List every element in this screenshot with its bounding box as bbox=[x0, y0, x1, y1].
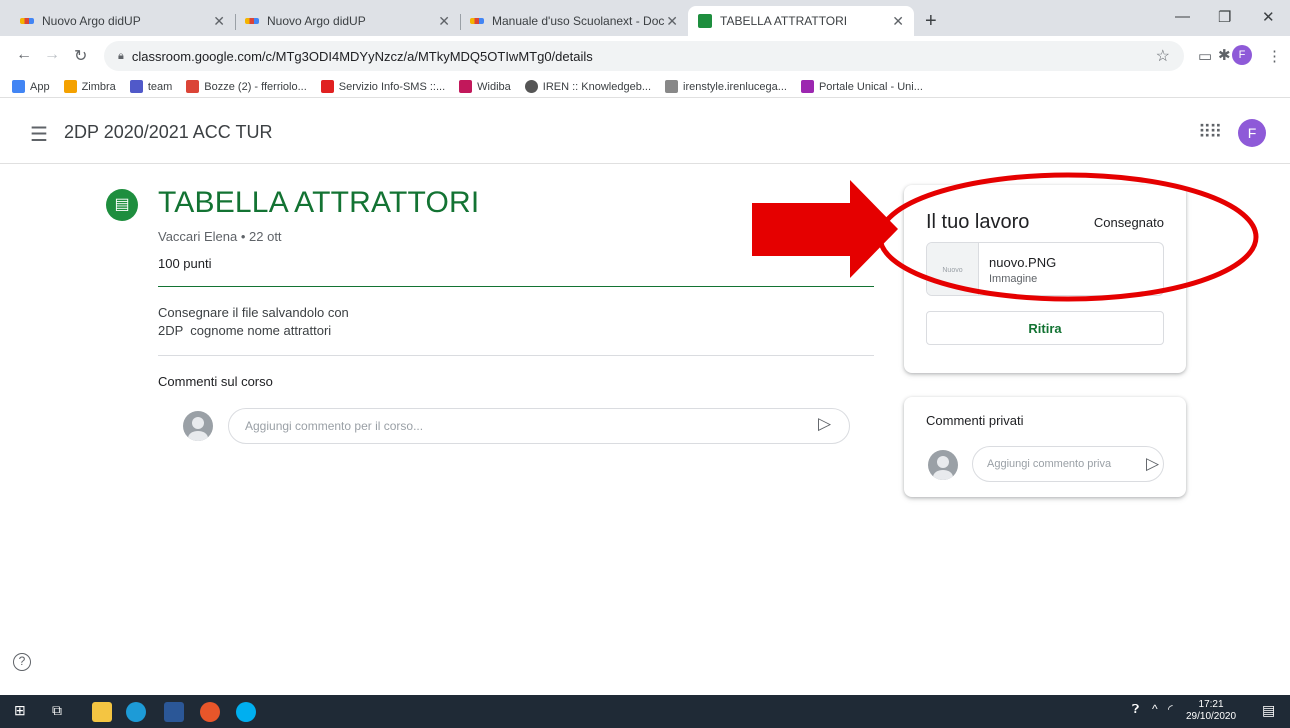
reload-icon[interactable]: ↻ bbox=[74, 46, 87, 66]
teams-icon bbox=[129, 80, 143, 93]
wifi-icon[interactable]: ◜ bbox=[1168, 702, 1173, 716]
assignment-meta: Vaccari Elena • 22 ott bbox=[158, 229, 282, 244]
your-work-title: Il tuo lavoro bbox=[926, 211, 1030, 233]
widiba-icon bbox=[459, 80, 473, 93]
gmail-icon bbox=[186, 80, 200, 93]
user-avatar bbox=[183, 411, 213, 441]
classroom-header: ☰ 2DP 2020/2021 ACC TUR ⠿⠿ F bbox=[0, 100, 1290, 164]
classroom-favicon-icon bbox=[698, 14, 712, 28]
user-avatar bbox=[928, 450, 958, 480]
argo-favicon-icon bbox=[20, 18, 34, 24]
private-comments-title: Commenti privati bbox=[926, 413, 1024, 428]
bookmark-item[interactable]: team bbox=[129, 80, 172, 93]
notifications-icon[interactable]: ▤ bbox=[1262, 702, 1275, 719]
bookmark-item[interactable]: Portale Unical - Uni... bbox=[800, 80, 923, 93]
avatar[interactable]: F bbox=[1238, 119, 1266, 147]
browser-profile-avatar[interactable]: F bbox=[1232, 45, 1252, 65]
menu-kebab-icon[interactable]: ⋮ bbox=[1267, 47, 1282, 65]
browser-tab-strip: Nuovo Argo didUP ✕ Nuovo Argo didUP ✕ Ma… bbox=[0, 0, 1290, 36]
close-tab-icon[interactable]: ✕ bbox=[213, 13, 225, 30]
close-tab-icon[interactable]: ✕ bbox=[438, 13, 450, 30]
annotation-arrow bbox=[752, 180, 898, 278]
attachment-name: nuovo.PNG bbox=[989, 255, 1057, 270]
bookmark-star-icon[interactable]: ☆ bbox=[1156, 46, 1170, 66]
browser-tab[interactable]: Nuovo Argo didUP ✕ bbox=[235, 6, 461, 36]
unsubmit-button[interactable]: Ritira bbox=[926, 311, 1164, 345]
cast-icon[interactable]: ▭ bbox=[1198, 47, 1212, 65]
help-icon[interactable]: ? bbox=[13, 653, 31, 671]
close-window-icon[interactable]: ✕ bbox=[1262, 8, 1275, 26]
bookmark-item[interactable]: irenstyle.irenlucega... bbox=[665, 80, 787, 93]
bookmark-item[interactable]: IREN :: Knowledgeb... bbox=[524, 80, 651, 93]
new-tab-icon[interactable]: + bbox=[925, 10, 937, 33]
private-comments-card: Commenti privati Aggiungi commento priva… bbox=[904, 397, 1186, 497]
file-explorer-icon[interactable] bbox=[92, 702, 112, 722]
extensions-icon[interactable]: ✱ bbox=[1218, 46, 1231, 64]
task-view-icon[interactable]: ⧉ bbox=[52, 702, 62, 719]
attachment-thumbnail: Nuovo bbox=[927, 243, 979, 295]
your-work-card: Il tuo lavoro Consegnato Nuovo nuovo.PNG… bbox=[904, 185, 1186, 373]
forward-icon[interactable]: → bbox=[44, 46, 60, 64]
course-title[interactable]: 2DP 2020/2021 ACC TUR bbox=[64, 122, 272, 143]
assignment-icon: ▤ bbox=[106, 189, 138, 221]
globe-icon bbox=[524, 80, 538, 93]
bookmark-item[interactable]: Servizio Info-SMS ::... bbox=[320, 80, 445, 93]
unical-icon bbox=[800, 80, 814, 93]
chrome-icon[interactable] bbox=[200, 702, 220, 722]
lock-icon: 🔒︎ bbox=[118, 49, 124, 62]
assignment-points: 100 punti bbox=[158, 256, 212, 271]
send-icon[interactable]: ▷ bbox=[1146, 454, 1159, 474]
edge-icon[interactable] bbox=[126, 702, 146, 722]
docs-favicon-icon bbox=[470, 18, 484, 24]
windows-taskbar: ⊞ ⧉ ❓︎ ^ ◜ 17:21 29/10/2020 ▤ bbox=[0, 695, 1290, 728]
page-title: TABELLA ATTRATTORI bbox=[158, 186, 480, 219]
class-comment-input[interactable]: Aggiungi commento per il corso... bbox=[228, 408, 850, 444]
argo-favicon-icon bbox=[245, 18, 259, 24]
bookmark-item[interactable]: Zimbra bbox=[63, 80, 116, 93]
sms-service-icon bbox=[320, 80, 334, 93]
address-bar[interactable]: 🔒︎ classroom.google.com/c/MTg3ODI4MDYyNz… bbox=[104, 41, 1184, 71]
bookmark-item[interactable]: Bozze (2) - fferriolo... bbox=[186, 80, 307, 93]
divider bbox=[158, 355, 874, 356]
irenstyle-icon bbox=[665, 80, 679, 93]
status-badge: Consegnato bbox=[1093, 215, 1164, 230]
minimize-icon[interactable]: — bbox=[1175, 8, 1190, 25]
private-comment-input[interactable]: Aggiungi commento priva bbox=[972, 446, 1164, 482]
chevron-up-icon[interactable]: ^ bbox=[1152, 702, 1158, 716]
restore-icon[interactable]: ❐ bbox=[1218, 8, 1231, 26]
zimbra-icon bbox=[63, 80, 77, 93]
apps-grid-icon[interactable]: ⠿⠿ bbox=[1198, 122, 1222, 143]
browser-toolbar: ← → ↻ 🔒︎ classroom.google.com/c/MTg3ODI4… bbox=[0, 36, 1290, 76]
skype-icon[interactable] bbox=[236, 702, 256, 722]
back-icon[interactable]: ← bbox=[16, 46, 32, 64]
assignment-description: Consegnare il file salvandolo con 2DP co… bbox=[158, 305, 349, 338]
taskbar-clock[interactable]: 17:21 29/10/2020 bbox=[1186, 699, 1236, 723]
bookmarks-bar: App Zimbra team Bozze (2) - fferriolo...… bbox=[0, 76, 1290, 98]
attachment-item[interactable]: Nuovo nuovo.PNG Immagine bbox=[926, 242, 1164, 296]
apps-icon bbox=[12, 80, 25, 93]
windows-start-icon[interactable]: ⊞ bbox=[14, 702, 26, 719]
help-tray-icon[interactable]: ❓︎ bbox=[1132, 702, 1139, 717]
class-comments-label: Commenti sul corso bbox=[158, 374, 273, 389]
word-icon[interactable] bbox=[164, 702, 184, 722]
browser-tab[interactable]: Nuovo Argo didUP ✕ bbox=[10, 6, 236, 36]
browser-tab-active[interactable]: TABELLA ATTRATTORI ✕ bbox=[688, 6, 914, 36]
browser-tab[interactable]: Manuale d'uso Scuolanext - Doc ✕ bbox=[460, 6, 688, 36]
bookmark-item[interactable]: Widiba bbox=[459, 80, 511, 93]
divider bbox=[158, 286, 874, 287]
hamburger-icon[interactable]: ☰ bbox=[30, 122, 48, 147]
attachment-type: Immagine bbox=[989, 273, 1038, 285]
bookmark-item[interactable]: App bbox=[12, 80, 50, 93]
send-icon[interactable]: ▷ bbox=[818, 414, 831, 434]
close-tab-icon[interactable]: ✕ bbox=[892, 13, 904, 30]
close-tab-icon[interactable]: ✕ bbox=[666, 13, 678, 30]
